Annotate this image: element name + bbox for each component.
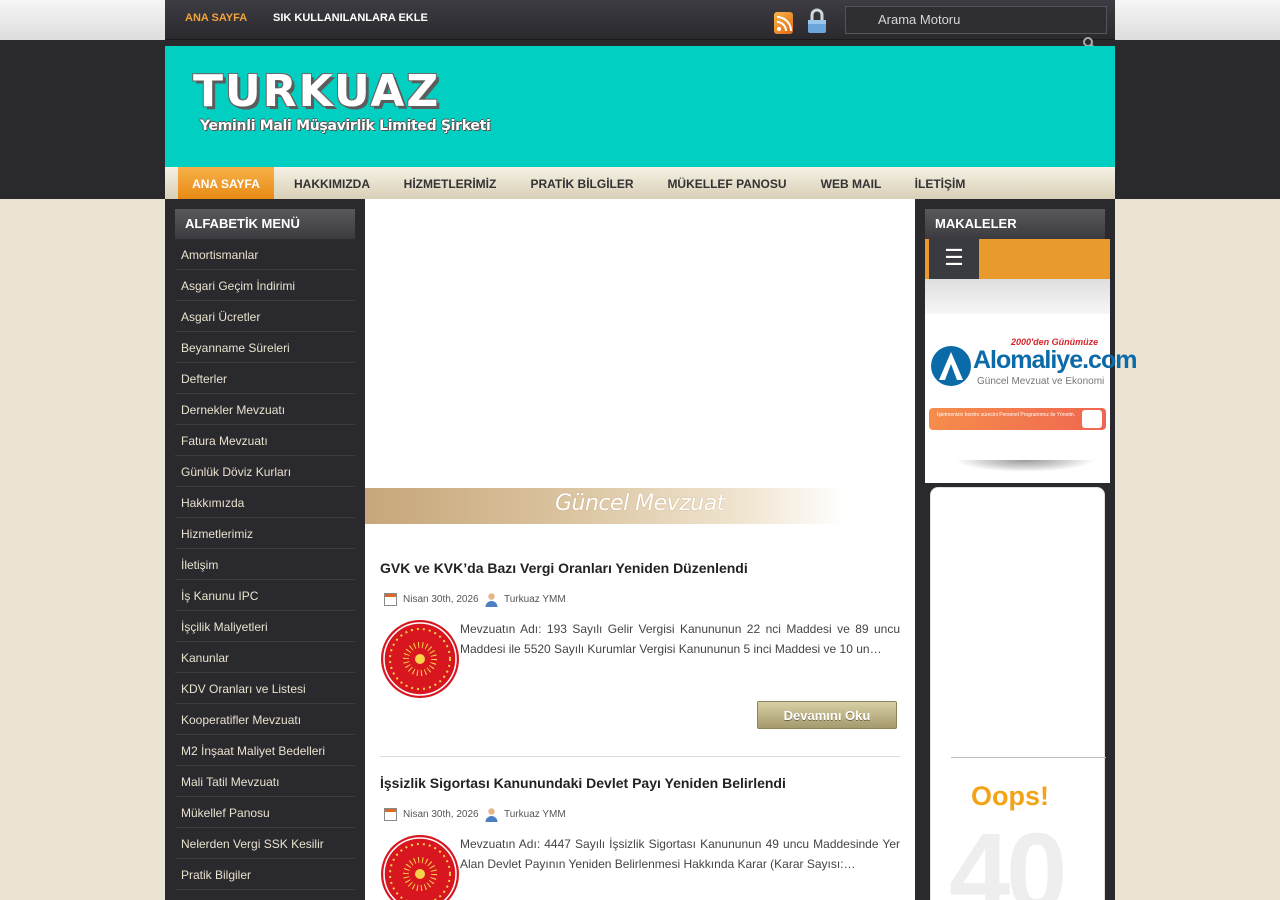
menu-item[interactable]: Nelerden Vergi SSK Kesilir: [175, 828, 355, 859]
user-icon: [484, 807, 499, 822]
nav-item-practical-info[interactable]: PRATİK BİLGİLER: [520, 167, 644, 199]
logo-title[interactable]: TURKUAZ: [193, 66, 440, 117]
site-header: TURKUAZ Yeminli Mali Müşavirlik Limited …: [165, 46, 1115, 167]
right-sidebar: MAKALELER ☰ 2000'den Günümüze Alomaliye.…: [915, 199, 1137, 900]
nav-item-home[interactable]: ANA SAYFA: [178, 167, 274, 199]
post-title[interactable]: İşsizlik Sigortası Kanunundaki Devlet Pa…: [380, 775, 900, 791]
menu-item[interactable]: KDV Oranları ve Listesi: [175, 673, 355, 704]
ad-name: Alomaliye.com: [973, 346, 1137, 374]
nav-item-webmail[interactable]: WEB MAIL: [811, 167, 891, 199]
post-date: Nisan 30th, 2026: [403, 594, 479, 605]
page-wrapper: ANA SAYFA SIK KULLANILANLARA EKLE Arama …: [165, 0, 1137, 900]
nav-item-about[interactable]: HAKKIMIZDA: [282, 167, 382, 199]
left-sidebar: ALFABETİK MENÜ Amortismanlar Asgari Geçi…: [165, 199, 365, 900]
calendar-icon: [384, 593, 397, 606]
login-lock-icon[interactable]: [806, 8, 828, 34]
hamburger-menu-icon[interactable]: ☰: [929, 239, 979, 279]
logo-subtitle: Yeminli Mali Müşavirlik Limited Şirketi: [200, 118, 491, 134]
post-item: GVK ve KVK’da Bazı Vergi Oranları Yenide…: [380, 560, 900, 611]
post-excerpt: Mevzuatın Adı: 193 Sayılı Gelir Vergisi …: [460, 622, 900, 656]
shadow-divider: [955, 460, 1095, 472]
menu-item[interactable]: Hakkımızda: [175, 487, 355, 518]
menu-item[interactable]: Defterler: [175, 363, 355, 394]
top-bar: ANA SAYFA SIK KULLANILANLARA EKLE Arama …: [165, 0, 1115, 52]
post-title[interactable]: GVK ve KVK’da Bazı Vergi Oranları Yenide…: [380, 560, 900, 576]
search-input[interactable]: Arama Motoru: [845, 6, 1107, 34]
menu-item[interactable]: Kooperatifler Mevzuatı: [175, 704, 355, 735]
calendar-icon: [384, 808, 397, 821]
left-sidebar-title: ALFABETİK MENÜ: [175, 209, 355, 239]
post-author[interactable]: Turkuaz YMM: [504, 809, 566, 820]
top-home-link[interactable]: ANA SAYFA: [185, 12, 247, 24]
menu-item[interactable]: Fatura Mevzuatı: [175, 425, 355, 456]
error-code: 40: [949, 811, 1067, 900]
main-nav: ANA SAYFA HAKKIMIZDA HİZMETLERİMİZ PRATİ…: [165, 167, 1115, 199]
post-author[interactable]: Turkuaz YMM: [504, 594, 566, 605]
menu-item[interactable]: Hizmetlerimiz: [175, 518, 355, 549]
user-icon: [484, 592, 499, 607]
menu-item[interactable]: Asgari Ücretler: [175, 301, 355, 332]
post-excerpt: Mevzuatın Adı: 4447 Sayılı İşsizlik Sigo…: [460, 837, 900, 871]
menu-item[interactable]: Kanunlar: [175, 642, 355, 673]
main-content: Güncel Mevzuat GVK ve KVK’da Bazı Vergi …: [365, 199, 915, 900]
menu-item[interactable]: Mali Tatil Mevzuatı: [175, 766, 355, 797]
alomaliye-ad[interactable]: 2000'den Günümüze Alomaliye.com Güncel M…: [925, 314, 1137, 483]
menu-item[interactable]: Günlük Döviz Kurları: [175, 456, 355, 487]
embed-card: Oops! 40: [930, 487, 1106, 900]
menu-item[interactable]: Beyanname Süreleri: [175, 332, 355, 363]
menu-item[interactable]: İş Kanunu IPC: [175, 580, 355, 611]
card-divider: [951, 757, 1106, 758]
add-favorites-link[interactable]: SIK KULLANILANLARA EKLE: [273, 12, 428, 24]
nav-item-contact[interactable]: İLETİŞİM: [905, 167, 975, 199]
alphabetic-menu: Amortismanlar Asgari Geçim İndirimi Asga…: [175, 239, 355, 890]
menu-item[interactable]: Asgari Geçim İndirimi: [175, 270, 355, 301]
post-meta: Nisan 30th, 2026 Turkuaz YMM: [380, 591, 900, 611]
section-banner-title: Güncel Mevzuat: [555, 491, 725, 516]
presidential-seal-image: [381, 620, 459, 698]
nav-item-services[interactable]: HİZMETLERİMİZ: [393, 167, 507, 199]
right-sidebar-title: MAKALELER: [925, 209, 1105, 239]
read-more-button[interactable]: Devamını Oku: [757, 701, 897, 729]
presidential-seal-image: [381, 835, 459, 900]
rss-icon[interactable]: [774, 12, 793, 34]
grey-strip: [925, 279, 1110, 314]
menu-item[interactable]: İletişim: [175, 549, 355, 580]
ad-subtitle: Güncel Mevzuat ve Ekonomi: [977, 376, 1105, 387]
promo-text: İşletmenizin bordro sürecini Personel Pr…: [937, 412, 1076, 418]
menu-item[interactable]: İşçilik Maliyetleri: [175, 611, 355, 642]
alomaliye-logo-icon: [929, 342, 973, 390]
promo-banner[interactable]: İşletmenizin bordro sürecini Personel Pr…: [929, 408, 1106, 430]
post-divider: [380, 756, 900, 757]
post-item: İşsizlik Sigortası Kanunundaki Devlet Pa…: [380, 775, 900, 826]
post-date: Nisan 30th, 2026: [403, 809, 479, 820]
menu-item[interactable]: Pratik Bilgiler: [175, 859, 355, 890]
menu-item[interactable]: Amortismanlar: [175, 239, 355, 270]
promo-app-icon: [1082, 410, 1102, 428]
nav-item-taxpayer-board[interactable]: MÜKELLEF PANOSU: [657, 167, 797, 199]
menu-item[interactable]: M2 İnşaat Maliyet Bedelleri: [175, 735, 355, 766]
post-meta: Nisan 30th, 2026 Turkuaz YMM: [380, 806, 900, 826]
articles-menu-bar: ☰: [925, 239, 1110, 279]
menu-item[interactable]: Dernekler Mevzuatı: [175, 394, 355, 425]
section-banner: Güncel Mevzuat: [365, 488, 845, 524]
oops-heading: Oops!: [971, 781, 1049, 811]
menu-item[interactable]: Mükellef Panosu: [175, 797, 355, 828]
